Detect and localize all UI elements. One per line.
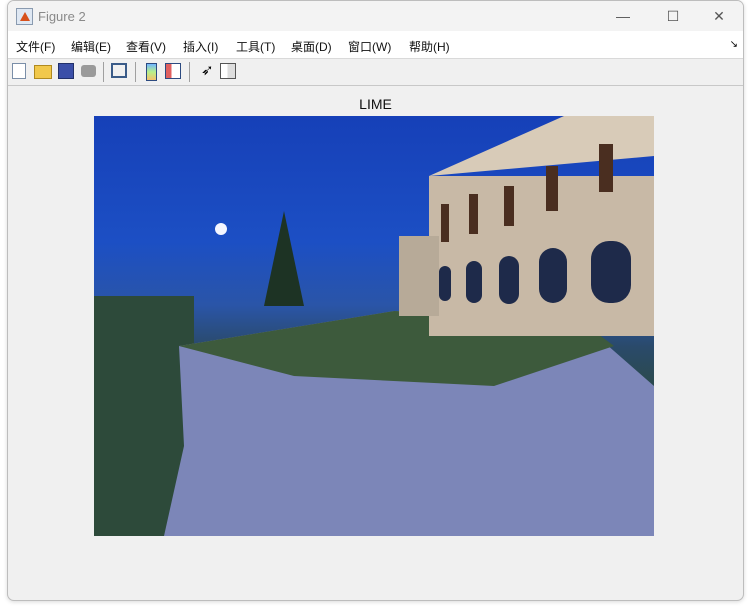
building-wing bbox=[399, 236, 439, 316]
toolbar-separator bbox=[135, 62, 136, 82]
tree bbox=[264, 211, 304, 306]
dock-icon[interactable]: ↘ bbox=[730, 39, 738, 50]
menu-file[interactable]: 文件(F) bbox=[16, 38, 55, 55]
open-file-icon[interactable] bbox=[34, 65, 52, 79]
menu-help[interactable]: 帮助(H) bbox=[409, 38, 450, 55]
menu-insert[interactable]: 插入(I) bbox=[183, 38, 218, 55]
property-editor-icon[interactable] bbox=[220, 63, 236, 79]
menu-desktop[interactable]: 桌面(D) bbox=[291, 38, 332, 55]
minimize-button[interactable]: — bbox=[600, 5, 646, 27]
toolbar-separator bbox=[103, 62, 104, 82]
pointer-icon[interactable]: ➶ bbox=[201, 63, 217, 79]
maximize-button[interactable]: ☐ bbox=[650, 5, 696, 27]
roof bbox=[429, 116, 654, 176]
menu-window[interactable]: 窗口(W) bbox=[348, 38, 391, 55]
figure-window: Figure 2 — ☐ ✕ 文件(F) 编辑(E) 查看(V) 插入(I) 工… bbox=[7, 0, 744, 601]
image-content bbox=[94, 116, 654, 536]
title-bar: Figure 2 — ☐ ✕ bbox=[8, 1, 743, 31]
axes-title: LIME bbox=[359, 96, 392, 112]
save-icon[interactable] bbox=[58, 63, 74, 79]
menu-tools[interactable]: 工具(T) bbox=[236, 38, 275, 55]
toolbar: ➶ bbox=[8, 59, 743, 86]
menu-view[interactable]: 查看(V) bbox=[126, 38, 166, 55]
menu-bar: 文件(F) 编辑(E) 查看(V) 插入(I) 工具(T) 桌面(D) 窗口(W… bbox=[8, 31, 743, 59]
legend-icon[interactable] bbox=[165, 63, 181, 79]
new-figure-icon[interactable] bbox=[12, 63, 26, 79]
colorbar-icon[interactable] bbox=[146, 63, 157, 81]
menu-edit[interactable]: 编辑(E) bbox=[71, 38, 111, 55]
moon bbox=[215, 223, 227, 235]
print-icon[interactable] bbox=[81, 65, 96, 77]
link-plot-icon[interactable] bbox=[111, 63, 127, 78]
matlab-icon bbox=[16, 8, 33, 25]
close-button[interactable]: ✕ bbox=[696, 5, 742, 27]
toolbar-separator bbox=[189, 62, 190, 82]
window-title: Figure 2 bbox=[38, 9, 86, 24]
image-display bbox=[94, 116, 654, 536]
